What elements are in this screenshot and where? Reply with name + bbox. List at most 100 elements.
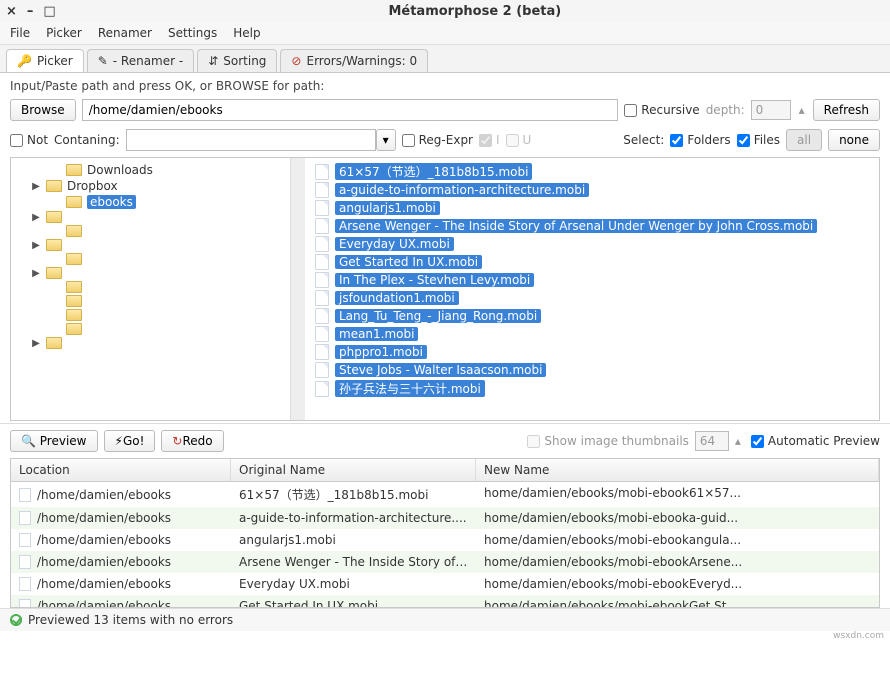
file-name: Lang_Tu_Teng_-_Jiang_Rong.mobi (335, 309, 541, 323)
u-checkbox[interactable]: U (506, 133, 532, 147)
files-checkbox[interactable]: Files (737, 133, 780, 147)
redo-button[interactable]: ↻Redo (161, 430, 223, 452)
file-item[interactable]: 孙子兵法与三十六计.mobi (305, 379, 879, 398)
expander-icon[interactable]: ▶ (31, 181, 41, 192)
file-icon (315, 344, 329, 360)
close-icon[interactable]: × (6, 4, 17, 19)
folder-icon (66, 253, 82, 265)
depth-stepper[interactable]: ▴ (797, 103, 807, 117)
file-name: In The Plex - Stevhen Levy.mobi (335, 273, 534, 287)
folder-icon (66, 309, 82, 321)
col-newname[interactable]: New Name (476, 459, 879, 481)
tree-node[interactable]: ▶Dropbox (11, 178, 290, 194)
file-list[interactable]: 61×57（节选）_181b8b15.mobi a-guide-to-inform… (305, 158, 879, 420)
file-item[interactable]: angularjs1.mobi (305, 199, 879, 217)
thumb-stepper[interactable]: ▴ (735, 434, 745, 448)
expander-icon[interactable]: ▶ (31, 212, 41, 223)
preview-button[interactable]: 🔍 Preview (10, 430, 98, 452)
file-icon (19, 511, 31, 525)
minimize-icon[interactable]: – (27, 4, 34, 19)
file-item[interactable]: Steve Jobs - Walter Isaacson.mobi (305, 361, 879, 379)
folder-icon (46, 267, 62, 279)
select-none-button[interactable]: none (828, 129, 880, 151)
containing-input[interactable] (126, 129, 376, 151)
file-item[interactable]: Lang_Tu_Teng_-_Jiang_Rong.mobi (305, 307, 879, 325)
not-checkbox[interactable]: Not (10, 133, 48, 147)
tabbar: 🔑 Picker ✎ - Renamer - ⇵ Sorting ⊘ Error… (0, 45, 890, 73)
table-row[interactable]: /home/damien/ebooksa-guide-to-informatio… (11, 507, 879, 529)
browse-button[interactable]: Browse (10, 99, 76, 121)
file-name: a-guide-to-information-architecture.mobi (335, 183, 589, 197)
file-item[interactable]: Arsene Wenger - The Inside Story of Arse… (305, 217, 879, 235)
thumbnails-checkbox[interactable]: Show image thumbnails (527, 434, 689, 448)
tree-node[interactable]: ▶ (11, 336, 290, 350)
regexpr-checkbox[interactable]: Reg-Expr (402, 133, 473, 147)
menu-settings[interactable]: Settings (168, 26, 217, 40)
expander-icon[interactable]: ▶ (31, 338, 41, 349)
tree-node[interactable] (11, 224, 290, 238)
col-location[interactable]: Location (11, 459, 231, 481)
path-hint: Input/Paste path and press OK, or BROWSE… (0, 73, 890, 95)
menu-file[interactable]: File (10, 26, 30, 40)
depth-input[interactable] (751, 100, 791, 120)
recursive-checkbox[interactable]: Recursive (624, 103, 699, 117)
table-row[interactable]: /home/damien/ebooksArsene Wenger - The I… (11, 551, 879, 573)
tree-node[interactable]: ▶ (11, 238, 290, 252)
refresh-button[interactable]: Refresh (813, 99, 880, 121)
tree-node[interactable]: Downloads (11, 162, 290, 178)
tree-node[interactable]: ebooks (11, 194, 290, 210)
tab-renamer[interactable]: ✎ - Renamer - (87, 49, 195, 72)
tab-errors[interactable]: ⊘ Errors/Warnings: 0 (280, 49, 428, 72)
cell-original: a-guide-to-information-architecture.... (231, 509, 476, 527)
tree-node[interactable] (11, 252, 290, 266)
menu-help[interactable]: Help (233, 26, 260, 40)
tree-node[interactable] (11, 322, 290, 336)
table-row[interactable]: /home/damien/ebooksEveryday UX.mobihome/… (11, 573, 879, 595)
tree-scrollbar[interactable] (291, 158, 305, 420)
cell-newname: home/damien/ebooks/mobi-ebookangula... (476, 531, 879, 549)
select-all-button[interactable]: all (786, 129, 822, 151)
file-item[interactable]: 61×57（节选）_181b8b15.mobi (305, 162, 879, 181)
expander-icon[interactable]: ▶ (31, 240, 41, 251)
auto-preview-checkbox[interactable]: Automatic Preview (751, 434, 880, 448)
file-icon (315, 218, 329, 234)
file-icon (315, 164, 329, 180)
file-item[interactable]: jsfoundation1.mobi (305, 289, 879, 307)
col-original[interactable]: Original Name (231, 459, 476, 481)
table-row[interactable]: /home/damien/ebooksGet Started In UX.mob… (11, 595, 879, 608)
tab-picker[interactable]: 🔑 Picker (6, 49, 84, 72)
file-icon (19, 599, 31, 608)
folders-checkbox[interactable]: Folders (670, 133, 730, 147)
menu-picker[interactable]: Picker (46, 26, 82, 40)
file-item[interactable]: Get Started In UX.mobi (305, 253, 879, 271)
tree-node[interactable]: ▶ (11, 210, 290, 224)
tree-node[interactable] (11, 294, 290, 308)
tree-label: ebooks (87, 195, 136, 209)
menu-renamer[interactable]: Renamer (98, 26, 152, 40)
thumb-size-input[interactable] (695, 431, 729, 451)
path-input[interactable] (82, 99, 619, 121)
folder-tree[interactable]: Downloads▶Dropboxebooks ▶ ▶ ▶ ▶ (11, 158, 291, 420)
file-item[interactable]: mean1.mobi (305, 325, 879, 343)
containing-dropdown[interactable]: ▾ (376, 129, 396, 151)
file-icon (315, 236, 329, 252)
tree-node[interactable]: ▶ (11, 266, 290, 280)
redo-icon: ↻ (172, 434, 182, 448)
go-button[interactable]: ⚡Go! (104, 430, 156, 452)
tab-errors-label: Errors/Warnings: 0 (306, 54, 417, 68)
table-row[interactable]: /home/damien/ebooksangularjs1.mobihome/d… (11, 529, 879, 551)
tab-sorting[interactable]: ⇵ Sorting (197, 49, 277, 72)
tree-node[interactable] (11, 308, 290, 322)
tree-node[interactable] (11, 280, 290, 294)
file-item[interactable]: a-guide-to-information-architecture.mobi (305, 181, 879, 199)
file-item[interactable]: phppro1.mobi (305, 343, 879, 361)
file-item[interactable]: Everyday UX.mobi (305, 235, 879, 253)
sorting-icon: ⇵ (208, 54, 218, 68)
file-name: 61×57（节选）_181b8b15.mobi (335, 163, 532, 180)
file-item[interactable]: In The Plex - Stevhen Levy.mobi (305, 271, 879, 289)
maximize-icon[interactable]: □ (43, 4, 55, 19)
folder-icon (66, 196, 82, 208)
i-checkbox[interactable]: I (479, 133, 500, 147)
table-row[interactable]: /home/damien/ebooks61×57（节选）_181b8b15.mo… (11, 482, 879, 507)
expander-icon[interactable]: ▶ (31, 268, 41, 279)
